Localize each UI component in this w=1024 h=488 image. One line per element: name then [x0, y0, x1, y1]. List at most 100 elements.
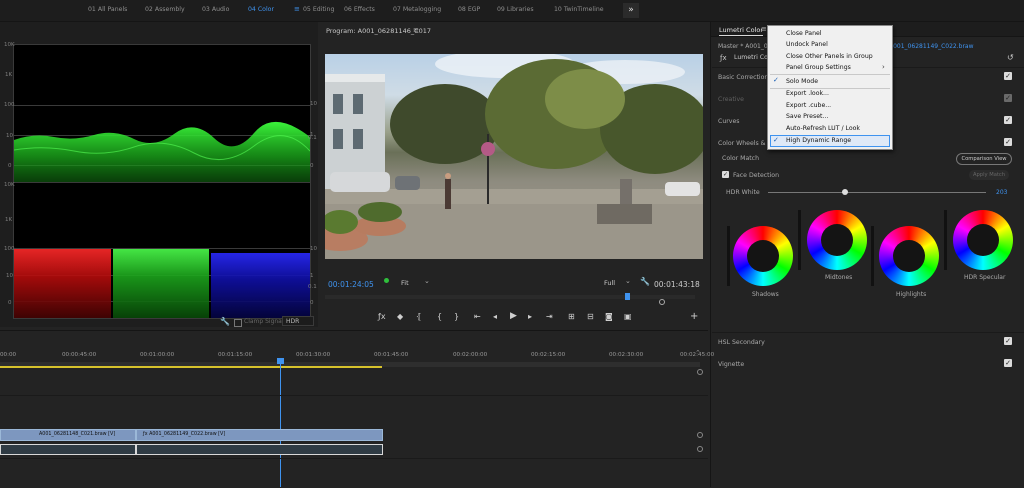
workspace-tab-metalogging[interactable]: 07 Metalogging: [393, 6, 441, 13]
creative-checkbox[interactable]: ✓: [1004, 94, 1012, 102]
basic-correction-header[interactable]: Basic Correction: [718, 74, 768, 81]
program-video-frame: [325, 54, 703, 259]
timeline-scroll-up-icon[interactable]: ⌃: [695, 349, 701, 357]
chevron-down-icon[interactable]: ⌄: [625, 277, 631, 285]
program-timecode[interactable]: 00:01:24:05: [328, 280, 374, 289]
workspace-tab-menu-icon[interactable]: ≡: [294, 5, 300, 13]
menu-item-close-other-panels[interactable]: Close Other Panels in Group: [786, 53, 873, 60]
lift-icon[interactable]: ⊞: [568, 312, 575, 321]
play-icon[interactable]: ▶: [510, 311, 517, 321]
hdr-white-handle[interactable]: [842, 189, 848, 195]
playhead-handle[interactable]: [277, 358, 284, 364]
hsl-secondary-checkbox[interactable]: ✓: [1004, 337, 1012, 345]
go-to-in-icon[interactable]: ⇤: [474, 312, 481, 321]
vignette-header[interactable]: Vignette: [718, 361, 744, 368]
chevron-down-icon[interactable]: ⌄: [424, 277, 430, 285]
menu-item-high-dynamic-range[interactable]: High Dynamic Range: [786, 137, 851, 144]
add-marker-icon[interactable]: ◆: [397, 312, 403, 321]
basic-correction-checkbox[interactable]: ✓: [1004, 72, 1012, 80]
panel-menu-icon[interactable]: ≡: [761, 25, 767, 33]
shadows-wheel[interactable]: [733, 226, 793, 286]
playhead-marker[interactable]: [625, 293, 630, 300]
scrub-end-handle[interactable]: [659, 299, 665, 305]
render-status-dot: [384, 278, 389, 283]
wrench-icon[interactable]: 🔧: [220, 317, 230, 326]
workspace-tab-egp[interactable]: 08 EGP: [458, 6, 480, 13]
hdr-specular-label: HDR Specular: [964, 274, 1006, 281]
settings-wrench-icon[interactable]: 🔧: [640, 277, 650, 286]
step-back-icon[interactable]: ◂: [493, 312, 497, 321]
menu-item-export-look[interactable]: Export .look...: [786, 90, 829, 97]
shadows-label: Shadows: [752, 291, 779, 298]
program-duration: 00:01:43:18: [654, 280, 700, 289]
more-workspaces-button[interactable]: »: [623, 3, 639, 18]
workspace-tab-all-panels[interactable]: 01 All Panels: [88, 6, 127, 13]
workspace-tab-assembly[interactable]: 02 Assembly: [145, 6, 185, 13]
work-area-bar[interactable]: [0, 366, 382, 368]
lumetri-color-tab[interactable]: Lumetri Color: [719, 26, 764, 36]
timeline-scroll-handle[interactable]: [697, 369, 703, 375]
face-detection-checkbox[interactable]: ✓: [722, 171, 729, 178]
extract-icon[interactable]: ⊟: [587, 312, 594, 321]
hdr-white-value[interactable]: 203: [996, 189, 1007, 196]
hdr-white-slider[interactable]: [768, 192, 986, 193]
zoom-fit-select[interactable]: Fit: [401, 279, 409, 287]
highlights-slider[interactable]: [871, 226, 874, 286]
playback-resolution-select[interactable]: Full: [604, 279, 615, 287]
timeline-clip-v1-a[interactable]: A001_06281148_C021.braw [V]: [0, 429, 136, 441]
clip-link[interactable]: A001_06281149_C022.braw: [889, 43, 974, 50]
timeline-scroll-handle[interactable]: [697, 446, 703, 452]
workspace-tab-audio[interactable]: 03 Audio: [202, 6, 229, 13]
timeline-clip-a1-a[interactable]: [0, 444, 136, 455]
camera-icon[interactable]: ◙: [605, 312, 613, 321]
color-wheels-checkbox[interactable]: ✓: [1004, 138, 1012, 146]
menu-item-save-preset[interactable]: Save Preset...: [786, 113, 828, 120]
mark-in-bracket-icon[interactable]: {: [437, 312, 442, 321]
midtones-slider[interactable]: [798, 210, 801, 270]
step-forward-icon[interactable]: ▸: [528, 312, 532, 321]
compare-view-icon[interactable]: ▣: [624, 312, 632, 321]
menu-item-export-cube[interactable]: Export .cube...: [786, 102, 831, 109]
workspace-tab-color[interactable]: 04 Color: [248, 6, 274, 13]
workspace-tab-effects[interactable]: 06 Effects: [344, 6, 375, 13]
hsl-secondary-header[interactable]: HSL Secondary: [718, 339, 765, 346]
reset-icon[interactable]: ↺: [1007, 53, 1014, 62]
scope-mode-select[interactable]: HDR: [282, 316, 314, 326]
midtones-wheel[interactable]: [807, 210, 867, 270]
parade-red: [14, 249, 111, 318]
comparison-view-button[interactable]: Comparison View: [956, 153, 1012, 165]
timeline-clip-v1-b[interactable]: ƒx A001_06281149_C022.braw [V]: [136, 429, 383, 441]
add-button-icon[interactable]: +: [690, 311, 698, 322]
timeline-clip-a1-b[interactable]: [136, 444, 383, 455]
hdr-check-icon: ✓: [773, 136, 779, 144]
menu-item-solo-mode[interactable]: Solo Mode: [786, 78, 818, 85]
menu-item-panel-group-settings[interactable]: Panel Group Settings: [786, 64, 851, 71]
curves-header[interactable]: Curves: [718, 118, 739, 125]
highlights-wheel[interactable]: [879, 226, 939, 286]
menu-item-close-panel[interactable]: Close Panel: [786, 30, 822, 37]
workspace-tab-twintimeline[interactable]: 10 TwinTimeline: [554, 6, 604, 13]
creative-header[interactable]: Creative: [718, 96, 744, 103]
timeline-playhead[interactable]: [280, 358, 281, 487]
hdr-specular-slider[interactable]: [944, 210, 947, 270]
curves-checkbox[interactable]: ✓: [1004, 116, 1012, 124]
hdr-specular-wheel[interactable]: [953, 210, 1013, 270]
face-detection-label: Face Detection: [733, 172, 780, 179]
menu-item-undock-panel[interactable]: Undock Panel: [786, 41, 828, 48]
workspace-tab-libraries[interactable]: 09 Libraries: [497, 6, 534, 13]
panel-context-menu: Close Panel Undock Panel Close Other Pan…: [767, 25, 893, 150]
shadows-slider[interactable]: [727, 226, 730, 286]
timeline-scroll-handle[interactable]: [697, 432, 703, 438]
clamp-signal-checkbox[interactable]: [234, 319, 242, 327]
workspace-tab-editing[interactable]: 05 Editing: [303, 6, 334, 13]
mark-in-icon[interactable]: ⦃: [416, 312, 422, 321]
fx-icon[interactable]: ƒx: [378, 312, 386, 321]
program-menu-icon[interactable]: ≡: [413, 26, 419, 34]
apply-match-button[interactable]: Apply Match: [969, 170, 1009, 180]
menu-item-auto-refresh-lut[interactable]: Auto-Refresh LUT / Look: [786, 125, 860, 132]
go-to-out-icon[interactable]: ⇥: [546, 312, 553, 321]
highlights-label: Highlights: [896, 291, 927, 298]
vignette-checkbox[interactable]: ✓: [1004, 359, 1012, 367]
program-scrub-bar[interactable]: [325, 293, 695, 300]
mark-out-bracket-icon[interactable]: }: [454, 312, 459, 321]
